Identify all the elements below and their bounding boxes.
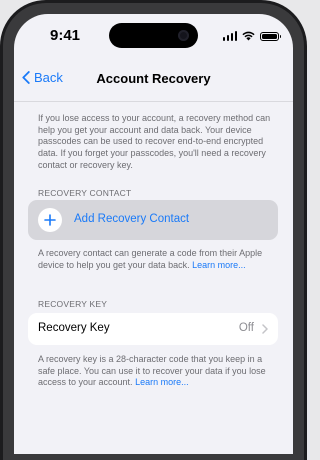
recovery-key-status: Off [238,322,254,334]
recovery-key-label: Recovery Key [38,322,110,334]
battery-icon [260,31,281,41]
status-time: 9:41 [50,27,81,44]
page-title: Account Recovery [96,71,211,86]
camera-icon [178,30,189,41]
chevron-right-icon [262,324,268,334]
screen: 9:41 Back Account Recovery If you lose a… [14,14,293,454]
recovery-contact-footnote: A recovery contact can generate a code f… [38,248,278,271]
learn-more-link[interactable]: Learn more... [135,377,189,387]
phone-frame: 9:41 Back Account Recovery If you lose a… [0,0,307,460]
wifi-icon [242,31,255,41]
navigation-bar: Back Account Recovery [14,66,293,98]
cellular-signal-icon [222,31,237,41]
status-icons [222,30,281,42]
section-header-recovery-contact: RECOVERY CONTACT [38,188,132,198]
recovery-key-footnote: A recovery key is a 28-character code th… [38,354,278,389]
add-recovery-contact-label: Add Recovery Contact [74,213,190,225]
intro-description: If you lose access to your account, a re… [38,113,271,170]
add-recovery-contact-button[interactable]: Add Recovery Contact [28,200,278,240]
plus-icon [44,214,56,226]
recovery-key-row[interactable]: Recovery Key Off [28,313,278,345]
status-bar: 9:41 [14,14,293,58]
dynamic-island [109,23,198,48]
section-header-recovery-key: RECOVERY KEY [38,299,108,309]
learn-more-link[interactable]: Learn more... [192,260,246,270]
add-circle [38,208,62,232]
nav-divider [14,101,293,102]
